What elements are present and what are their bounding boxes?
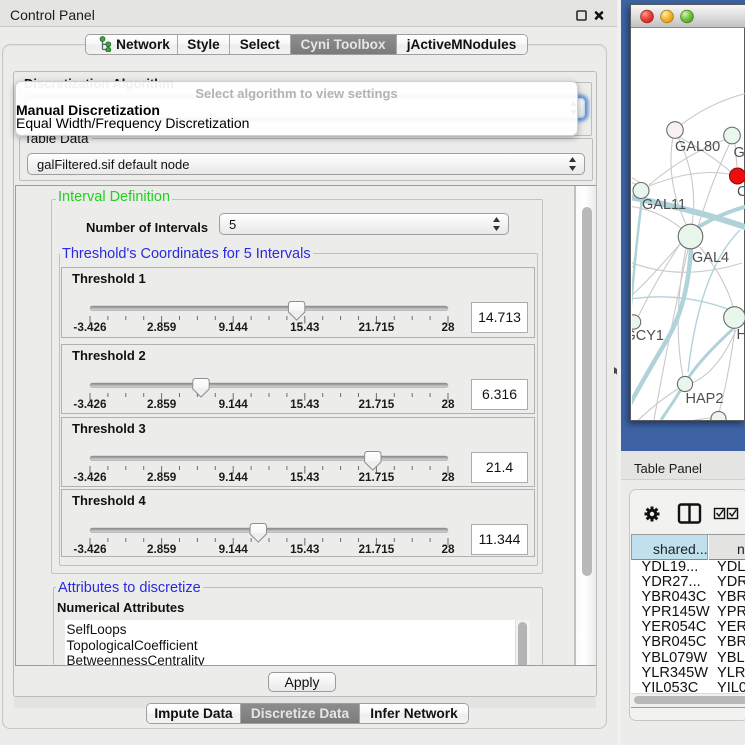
svg-text:9.144: 9.144 xyxy=(219,543,249,556)
svg-text:21.715: 21.715 xyxy=(359,398,395,411)
svg-text:C: C xyxy=(737,184,745,200)
svg-text:2.859: 2.859 xyxy=(147,471,177,484)
svg-text:28: 28 xyxy=(441,543,455,556)
svg-text:15.43: 15.43 xyxy=(290,321,320,334)
svg-text:21.715: 21.715 xyxy=(359,321,395,334)
svg-text:GCY1: GCY1 xyxy=(632,328,664,344)
svg-text:-3.426: -3.426 xyxy=(73,543,107,556)
svg-text:2.859: 2.859 xyxy=(147,543,177,556)
svg-text:G.: G. xyxy=(734,145,745,161)
svg-text:-3.426: -3.426 xyxy=(73,471,107,484)
svg-text:GAL11: GAL11 xyxy=(642,197,686,213)
svg-text:9.144: 9.144 xyxy=(219,471,249,484)
svg-text:H: H xyxy=(737,327,745,343)
svg-text:28: 28 xyxy=(441,398,455,411)
svg-text:15.43: 15.43 xyxy=(290,471,320,484)
svg-text:15.43: 15.43 xyxy=(290,398,320,411)
svg-text:HAP2: HAP2 xyxy=(686,391,724,407)
svg-text:2.859: 2.859 xyxy=(147,398,177,411)
svg-text:15.43: 15.43 xyxy=(290,543,320,556)
svg-text:9.144: 9.144 xyxy=(219,398,249,411)
svg-text:GAL4: GAL4 xyxy=(692,250,729,266)
svg-text:-3.426: -3.426 xyxy=(73,321,107,334)
svg-text:21.715: 21.715 xyxy=(359,543,395,556)
svg-text:2.859: 2.859 xyxy=(147,321,177,334)
svg-text:-3.426: -3.426 xyxy=(73,398,107,411)
svg-text:28: 28 xyxy=(441,471,455,484)
svg-text:28: 28 xyxy=(441,321,455,334)
svg-text:21.715: 21.715 xyxy=(359,471,395,484)
svg-text:GAL80: GAL80 xyxy=(675,139,720,155)
svg-text:9.144: 9.144 xyxy=(219,321,249,334)
